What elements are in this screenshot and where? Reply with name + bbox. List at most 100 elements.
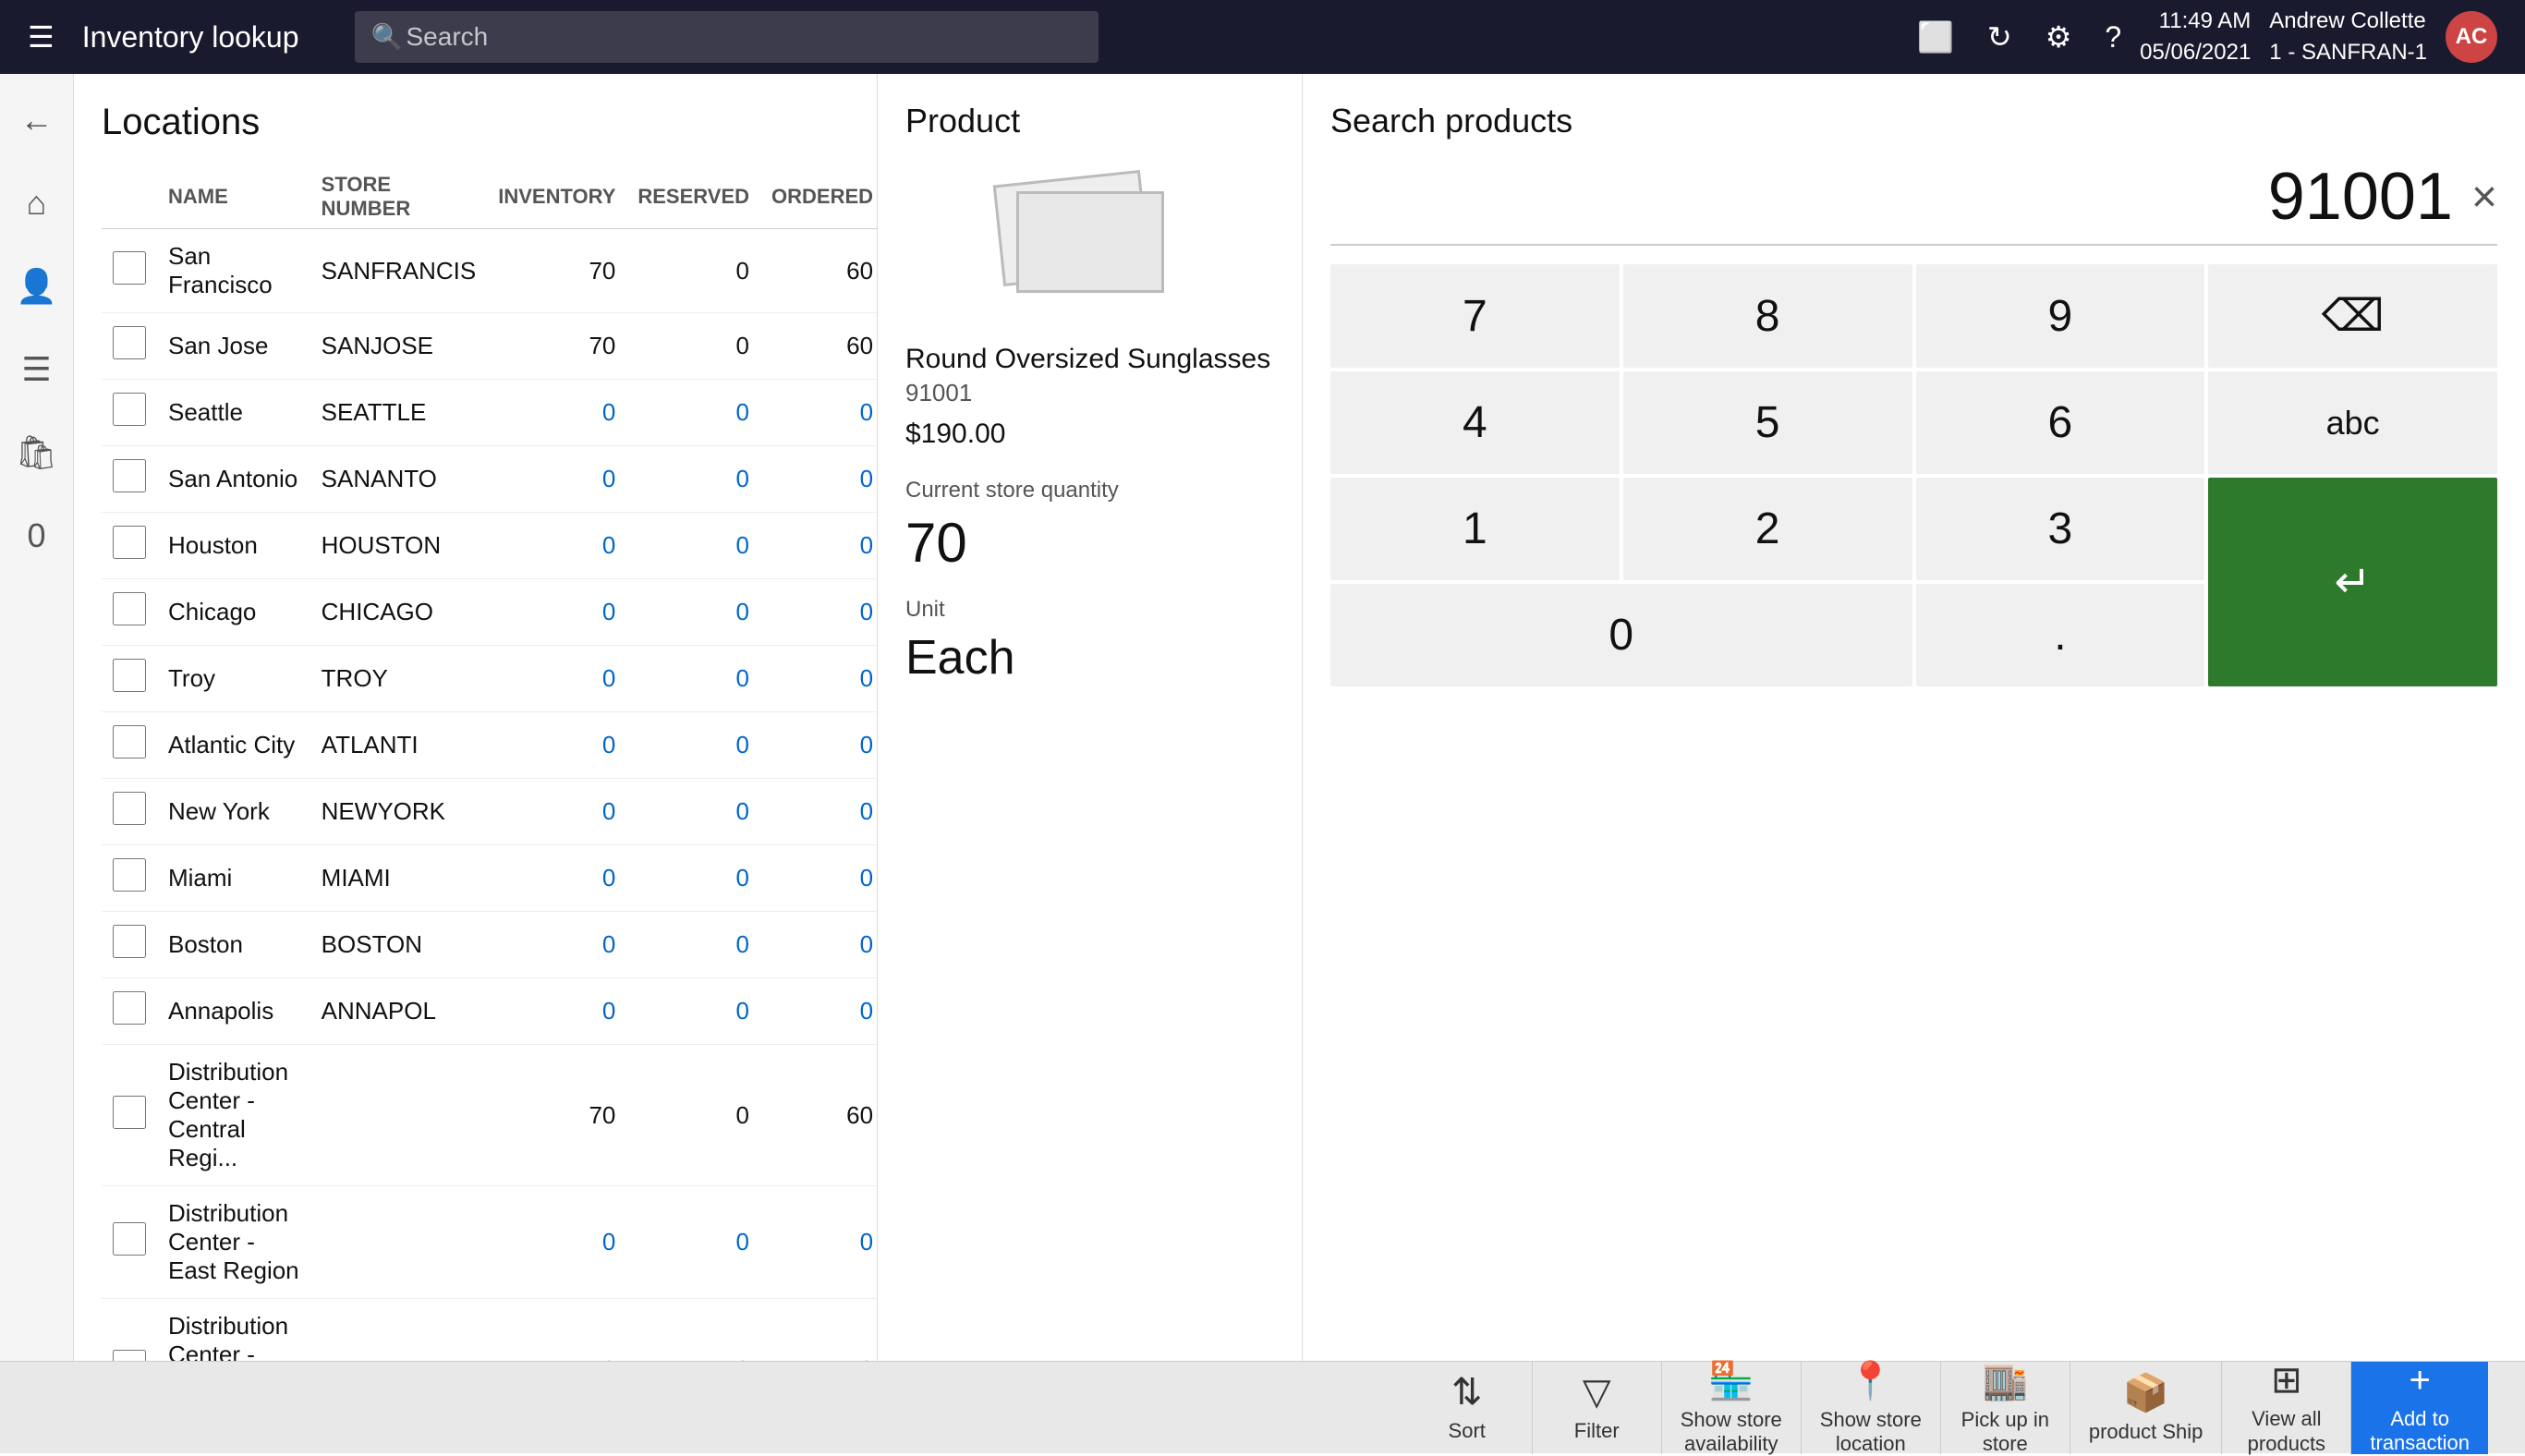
- numpad-6[interactable]: 6: [1916, 371, 2205, 474]
- row-checkbox[interactable]: [113, 251, 146, 285]
- search-wrap: 🔍: [355, 11, 1099, 63]
- user-avatar[interactable]: AC: [2446, 11, 2497, 63]
- numpad-1[interactable]: 1: [1330, 478, 1620, 580]
- row-checkbox[interactable]: [113, 1222, 146, 1256]
- row-inventory: 0: [487, 845, 626, 912]
- row-checkbox[interactable]: [113, 592, 146, 625]
- search-products-panel: Search products 91001 × 7 8 9 ⌫ 4 5 6 ab…: [1303, 74, 2525, 1361]
- row-checkbox[interactable]: [113, 659, 146, 692]
- numpad-5[interactable]: 5: [1623, 371, 1912, 474]
- view-all-label: View allproducts: [2248, 1407, 2325, 1456]
- monitor-icon[interactable]: ⬜: [1917, 19, 1954, 55]
- row-checkbox[interactable]: [113, 326, 146, 359]
- row-inventory: 0: [487, 380, 626, 446]
- nav-bag-icon[interactable]: 🛍: [9, 425, 65, 480]
- table-row: TroyTROY000Each: [102, 646, 878, 712]
- left-nav: ← ⌂ 👤 ☰ 🛍 0: [0, 74, 74, 1361]
- row-checkbox[interactable]: [113, 991, 146, 1025]
- numpad-0[interactable]: 0: [1330, 584, 1912, 686]
- sort-label: Sort: [1449, 1419, 1486, 1443]
- locations-title: Locations: [102, 102, 858, 143]
- numpad-display: 91001 ×: [1330, 159, 2497, 246]
- numpad-close-button[interactable]: ×: [2471, 172, 2497, 223]
- numpad-8[interactable]: 8: [1623, 264, 1912, 368]
- pick-up-in-store-button[interactable]: 🏬 Pick up instore: [1940, 1362, 2070, 1454]
- row-store-number: [310, 1186, 488, 1299]
- row-reserved: 0: [626, 646, 760, 712]
- col-header-ordered: ORDERED: [760, 165, 878, 229]
- store-location-icon: 📍: [1848, 1359, 1894, 1402]
- help-icon[interactable]: ?: [2105, 20, 2121, 55]
- add-to-transaction-button[interactable]: + Add totransaction: [2350, 1362, 2488, 1454]
- sort-button[interactable]: ⇅ Sort: [1402, 1362, 1532, 1454]
- numpad-3[interactable]: 3: [1916, 478, 2205, 580]
- nav-menu-icon[interactable]: ☰: [9, 342, 65, 397]
- row-reserved: 0: [626, 579, 760, 646]
- row-store-number: [310, 1045, 488, 1186]
- topbar-user-store: 1 - SANFRAN-1: [2269, 37, 2427, 68]
- row-reserved: 0: [626, 845, 760, 912]
- row-ordered: 60: [760, 229, 878, 313]
- row-ordered: 0: [760, 380, 878, 446]
- ship-product-button[interactable]: 📦 product Ship: [2070, 1362, 2222, 1454]
- row-name: Troy: [157, 646, 310, 712]
- numpad-decimal[interactable]: .: [1916, 584, 2205, 686]
- numpad-4[interactable]: 4: [1330, 371, 1620, 474]
- show-store-availability-button[interactable]: 🏪 Show storeavailability: [1661, 1362, 1801, 1454]
- filter-label: Filter: [1574, 1419, 1620, 1443]
- view-all-products-button[interactable]: ⊞ View allproducts: [2221, 1362, 2350, 1454]
- row-checkbox[interactable]: [113, 1350, 146, 1362]
- pick-up-label: Pick up instore: [1961, 1408, 2049, 1456]
- row-store-number: ANNAPOL: [310, 978, 488, 1045]
- row-checkbox[interactable]: [113, 925, 146, 958]
- filter-button[interactable]: ▽ Filter: [1532, 1362, 1661, 1454]
- row-checkbox[interactable]: [113, 725, 146, 758]
- row-inventory: 0: [487, 712, 626, 779]
- hamburger-menu-icon[interactable]: ☰: [28, 19, 55, 55]
- product-name: Round Oversized Sunglasses: [905, 344, 1274, 375]
- row-reserved: 0: [626, 1045, 760, 1186]
- row-store-number: SANANTO: [310, 446, 488, 513]
- bottom-bar: ⇅ Sort ▽ Filter 🏪 Show storeavailability…: [0, 1361, 2525, 1453]
- nav-badge-item: 0: [9, 508, 65, 564]
- row-name: Miami: [157, 845, 310, 912]
- numpad-abc[interactable]: abc: [2208, 371, 2497, 474]
- row-inventory: 0: [487, 779, 626, 845]
- app-title: Inventory lookup: [82, 20, 299, 55]
- table-row: AnnapolisANNAPOL000Each: [102, 978, 878, 1045]
- row-store-number: ATLANTI: [310, 712, 488, 779]
- row-inventory: 0: [487, 978, 626, 1045]
- row-checkbox[interactable]: [113, 526, 146, 559]
- numpad-enter[interactable]: ↵: [2208, 478, 2497, 686]
- nav-home-icon[interactable]: ⌂: [9, 176, 65, 231]
- numpad-9[interactable]: 9: [1916, 264, 2205, 368]
- row-checkbox[interactable]: [113, 1096, 146, 1129]
- topbar-date: 05/06/2021: [2140, 37, 2251, 68]
- search-input[interactable]: [355, 11, 1099, 63]
- row-inventory: 70: [487, 1045, 626, 1186]
- topbar-user: Andrew Collette 1 - SANFRAN-1: [2269, 6, 2427, 67]
- row-checkbox[interactable]: [113, 858, 146, 892]
- settings-icon[interactable]: ⚙: [2045, 19, 2072, 55]
- row-inventory: 0: [487, 646, 626, 712]
- numpad-backspace[interactable]: ⌫: [2208, 264, 2497, 368]
- row-name: San Antonio: [157, 446, 310, 513]
- table-row: Distribution Center - West Region000Each: [102, 1299, 878, 1362]
- refresh-icon[interactable]: ↻: [1987, 19, 2012, 55]
- show-store-location-button[interactable]: 📍 Show storelocation: [1801, 1362, 1940, 1454]
- row-checkbox[interactable]: [113, 792, 146, 825]
- numpad-7[interactable]: 7: [1330, 264, 1620, 368]
- table-row: San AntonioSANANTO000Each: [102, 446, 878, 513]
- table-row: San FranciscoSANFRANCIS70060Each: [102, 229, 878, 313]
- nav-count-icon[interactable]: 0: [9, 508, 65, 564]
- numpad-2[interactable]: 2: [1623, 478, 1912, 580]
- row-reserved: 0: [626, 229, 760, 313]
- row-store-number: TROY: [310, 646, 488, 712]
- row-store-number: CHICAGO: [310, 579, 488, 646]
- row-inventory: 0: [487, 579, 626, 646]
- nav-customer-icon[interactable]: 👤: [9, 259, 65, 314]
- row-checkbox[interactable]: [113, 459, 146, 492]
- nav-back-icon[interactable]: ←: [9, 92, 65, 148]
- table-row: Atlantic CityATLANTI000Each: [102, 712, 878, 779]
- row-checkbox[interactable]: [113, 393, 146, 426]
